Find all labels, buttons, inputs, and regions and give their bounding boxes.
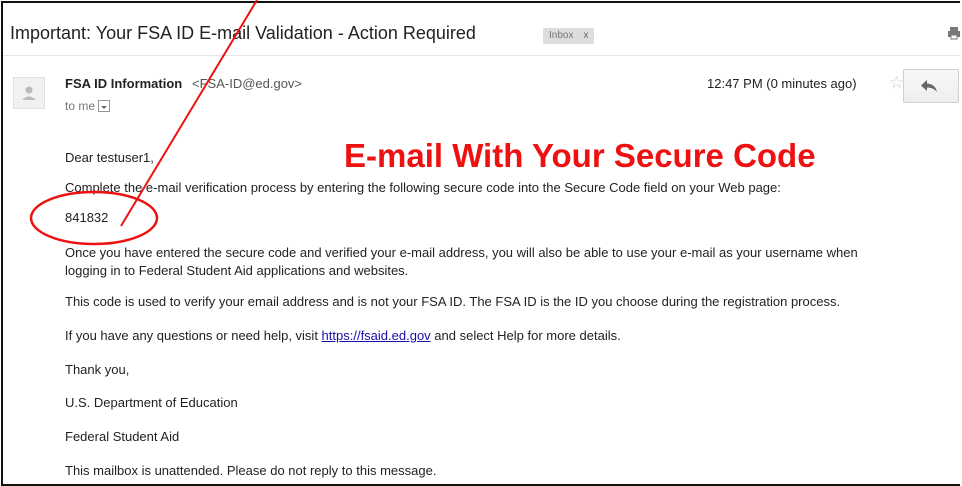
annotation-circle xyxy=(29,190,159,246)
annotation-overlay xyxy=(29,0,258,246)
annotation-arrow-line xyxy=(120,0,258,227)
